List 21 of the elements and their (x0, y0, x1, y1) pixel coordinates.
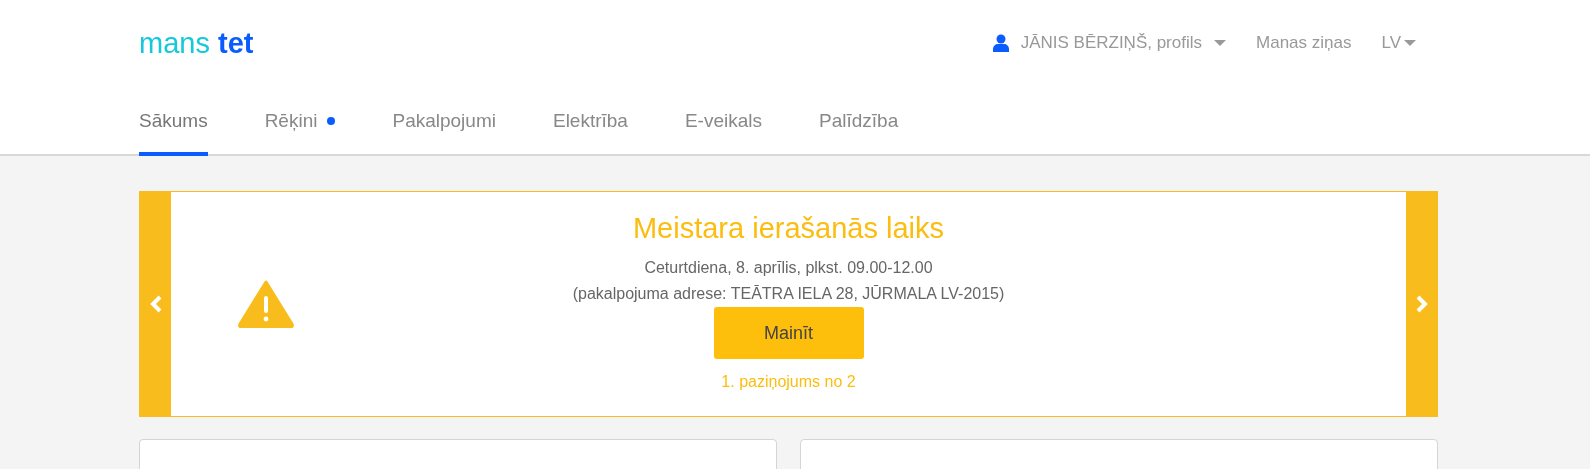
chevron-left-icon (149, 295, 162, 313)
notice-title: Meistara ierašanās laiks (632, 212, 945, 245)
nav-tab[interactable]: Rēķini (264, 86, 336, 156)
chevron-right-icon (1415, 295, 1428, 313)
nav-tab[interactable]: Elektrība (552, 86, 628, 156)
logo[interactable]: mans tet (139, 26, 254, 60)
nav-tab[interactable]: Sākums (139, 86, 208, 156)
user-icon (992, 34, 1009, 52)
nav-tab[interactable]: E-veikals (684, 86, 762, 156)
notice-text: (pakalpojuma adrese: TEĀTRA IELA 28, JŪRMALA LV-2015) (572, 284, 1005, 304)
nav-tab[interactable]: Palīdzība (819, 86, 899, 156)
change-button[interactable]: Mainīt (713, 307, 864, 359)
messages-link[interactable]: Manas ziņas (1256, 33, 1352, 53)
warning-icon (238, 280, 294, 328)
notice-counter: 1. paziņojums no 2 (721, 373, 856, 391)
language-menu[interactable]: LV (1381, 33, 1416, 53)
nav-tab[interactable]: Pakalpojumi (392, 86, 496, 156)
next-button[interactable] (1406, 192, 1437, 416)
notice-text: Ceturtdiena, 8. aprīlis, plkst. 09.00-12.00 (644, 258, 933, 278)
profile-menu[interactable]: JĀNIS BĒRZIŅŠ, profils (992, 33, 1226, 53)
previous-button[interactable] (140, 192, 171, 416)
